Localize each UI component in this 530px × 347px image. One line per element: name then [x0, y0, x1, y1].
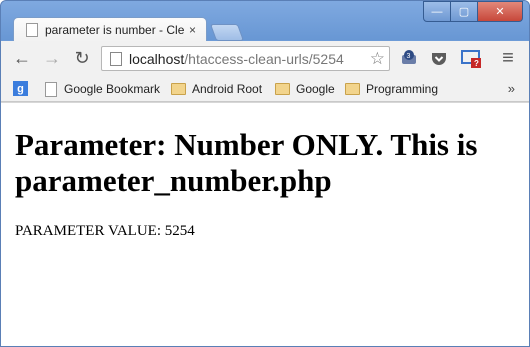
- svg-text:3: 3: [407, 53, 411, 60]
- url-path: /htaccess-clean-urls/5254: [184, 50, 344, 67]
- browser-window: — ▢ ✕ parameter is number - Cle × ← → ↻ …: [0, 0, 530, 347]
- reload-icon: ↻: [74, 47, 90, 68]
- more-bookmarks-icon[interactable]: »: [508, 81, 515, 96]
- forward-arrow-icon: →: [43, 47, 61, 68]
- bookmark-google-bookmark[interactable]: Google Bookmark: [45, 80, 160, 98]
- bookmark-label: Google: [296, 82, 335, 96]
- page-icon: [110, 51, 122, 66]
- title-bar: — ▢ ✕ parameter is number - Cle ×: [1, 1, 529, 42]
- folder-icon: [345, 83, 360, 95]
- address-bar[interactable]: localhost/htaccess-clean-urls/5254 ☆: [101, 46, 390, 71]
- printer-extension-icon: 3: [402, 50, 416, 64]
- bookmark-android-root[interactable]: Android Root: [171, 80, 262, 98]
- minimize-button[interactable]: —: [423, 1, 451, 22]
- tab-close-button[interactable]: ×: [189, 23, 196, 37]
- svg-text:?: ?: [474, 59, 479, 68]
- bookmark-programming[interactable]: Programming: [345, 80, 438, 98]
- close-window-button[interactable]: ✕: [478, 1, 523, 22]
- url-text[interactable]: localhost/htaccess-clean-urls/5254: [129, 51, 369, 67]
- page-heading: Parameter: Number ONLY. This is paramete…: [15, 127, 478, 198]
- close-icon: ✕: [495, 6, 505, 18]
- bookmark-label: Google Bookmark: [64, 82, 161, 96]
- bookmark-label: Android Root: [192, 82, 263, 96]
- bookmark-star-icon[interactable]: ☆: [370, 49, 385, 69]
- menu-button[interactable]: ≡: [497, 47, 519, 69]
- page-content: Parameter: Number ONLY. This is paramete…: [1, 102, 529, 346]
- cast-extension-button[interactable]: ?: [461, 48, 481, 68]
- apps-icon[interactable]: g: [13, 81, 28, 96]
- pocket-icon: [432, 53, 446, 65]
- forward-button[interactable]: →: [41, 47, 63, 69]
- folder-icon: [171, 83, 186, 95]
- maximize-icon: ▢: [458, 6, 470, 18]
- extension-button[interactable]: 3: [399, 48, 419, 68]
- hamburger-menu-icon: ≡: [502, 46, 514, 69]
- pocket-button[interactable]: [429, 48, 449, 68]
- minimize-icon: —: [431, 5, 443, 18]
- bookmark-google[interactable]: Google: [275, 80, 335, 98]
- page-icon: [26, 23, 38, 37]
- bookmark-label: Programming: [366, 82, 439, 96]
- new-tab-button[interactable]: [209, 24, 245, 41]
- parameter-value-text: PARAMETER VALUE: 5254: [15, 223, 195, 239]
- bookmarks-bar: g Google Bookmark Android Root Google Pr…: [1, 77, 529, 102]
- reload-button[interactable]: ↻: [71, 47, 93, 69]
- url-host: localhost: [129, 50, 185, 67]
- window-controls: — ▢ ✕: [423, 1, 523, 22]
- back-button[interactable]: ←: [11, 47, 33, 69]
- toolbar: ← → ↻ localhost/htaccess-clean-urls/5254…: [1, 41, 529, 77]
- back-arrow-icon: ←: [13, 47, 31, 68]
- tab-title: parameter is number - Cle: [45, 23, 185, 37]
- maximize-button[interactable]: ▢: [451, 1, 478, 22]
- screen-extension-icon: ?: [461, 50, 481, 68]
- folder-icon: [275, 83, 290, 95]
- browser-tab[interactable]: parameter is number - Cle ×: [13, 17, 207, 42]
- page-icon: [45, 81, 57, 97]
